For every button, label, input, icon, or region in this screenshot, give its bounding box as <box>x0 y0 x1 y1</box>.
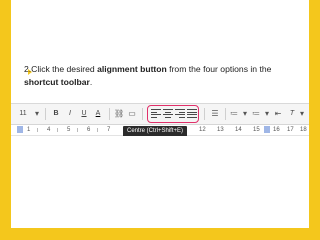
font-size-dropdown-icon[interactable]: ▾ <box>33 108 41 120</box>
ruler-number: 7 <box>107 127 111 133</box>
shortcut-toolbar: 11 ▾ B I U A ⛓ ▭ ☰ ≔ ▾ ≔ ▾ ⇤ T ▾ <box>11 104 309 125</box>
left-accent-bar <box>0 0 11 240</box>
ruler-tick <box>77 128 78 132</box>
instruction-suffix: . <box>89 77 93 87</box>
line-spacing-icon[interactable]: ☰ <box>209 108 221 120</box>
toolbar-separator <box>109 108 110 120</box>
toolbar-separator <box>225 108 226 120</box>
ruler-number: 16 <box>273 127 280 133</box>
slide: 2.Click the desired alignment button fro… <box>0 0 320 240</box>
indent-icon[interactable]: ⇤ <box>273 108 283 120</box>
ruler-number: 13 <box>217 127 224 133</box>
bold-button[interactable]: B <box>51 108 61 120</box>
ruler-right-marker[interactable] <box>264 126 270 133</box>
ruler-number: 18 <box>300 127 307 133</box>
clear-formatting-dropdown-icon[interactable]: ▾ <box>298 108 306 120</box>
italic-button[interactable]: I <box>65 108 75 120</box>
bulleted-list-icon[interactable]: ≔ <box>251 108 261 120</box>
instruction-bold-alignment: alignment button <box>97 64 167 74</box>
ruler-number: 12 <box>199 127 206 133</box>
ruler-number: 4 <box>47 127 51 133</box>
ruler-number: 5 <box>67 127 71 133</box>
toolbar-separator <box>204 108 205 120</box>
font-size-value[interactable]: 11 <box>17 108 29 120</box>
ruler-number: 15 <box>253 127 260 133</box>
underline-button[interactable]: U <box>79 108 89 120</box>
ruler-number: 6 <box>87 127 91 133</box>
instruction-bold-toolbar: shortcut toolbar <box>24 77 90 87</box>
ruler-tick <box>97 128 98 132</box>
ruler-indent-marker[interactable] <box>17 126 23 133</box>
toolbar-separator <box>45 108 46 120</box>
document-body[interactable] <box>11 136 309 228</box>
clear-formatting-button[interactable]: T <box>287 108 297 120</box>
text-color-button[interactable]: A <box>93 108 103 120</box>
instruction-prefix: 2.Click the desired <box>24 64 98 74</box>
ruler-number: 14 <box>235 127 242 133</box>
instruction-text: 2.Click the desired alignment button fro… <box>24 63 304 89</box>
right-accent-bar <box>309 0 320 240</box>
numbered-list-icon[interactable]: ≔ <box>229 108 239 120</box>
ruler-number: 1 <box>27 127 31 133</box>
alignment-highlight <box>147 105 199 123</box>
docs-screenshot: 11 ▾ B I U A ⛓ ▭ ☰ ≔ ▾ ≔ ▾ ⇤ T ▾ 1 4 5 6… <box>11 103 309 228</box>
ruler-tick <box>37 128 38 132</box>
numbered-list-dropdown-icon[interactable]: ▾ <box>241 108 249 120</box>
ruler-number: 17 <box>287 127 294 133</box>
ruler-tick <box>57 128 58 132</box>
toolbar-separator <box>142 108 143 120</box>
comment-icon[interactable]: ▭ <box>127 108 137 120</box>
link-icon[interactable]: ⛓ <box>114 108 124 120</box>
instruction-middle: from the four options in the <box>166 64 272 74</box>
bottom-accent-bar <box>0 227 320 240</box>
bulleted-list-dropdown-icon[interactable]: ▾ <box>263 108 271 120</box>
